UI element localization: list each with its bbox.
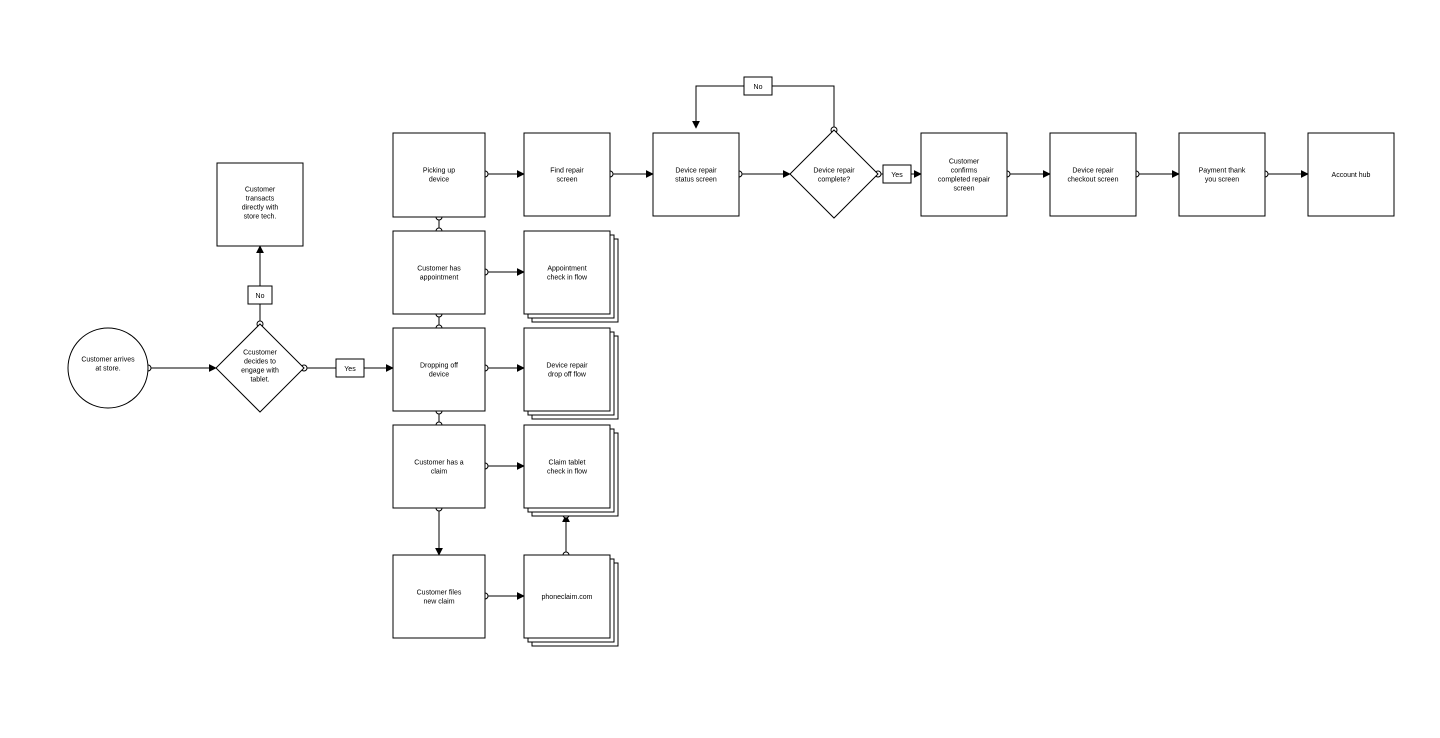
edge: [696, 86, 744, 128]
node-no2: No: [744, 77, 772, 95]
node-account: Account hub: [1308, 133, 1394, 216]
node-phoneclaim: phoneclaim.com: [524, 555, 618, 646]
node-confirms: Customerconfirmscompleted repairscreen: [921, 133, 1007, 216]
node-decision: Ccustomerdecides toengage withtablet.: [216, 324, 304, 412]
node-dropoff: Dropping offdevice: [393, 328, 485, 411]
svg-text:Account hub: Account hub: [1332, 172, 1371, 179]
node-pickup: Picking updevice: [393, 133, 485, 217]
node-status: Device repairstatus screen: [653, 133, 739, 216]
svg-text:No: No: [754, 84, 763, 91]
node-complete: Device repaircomplete?: [790, 130, 878, 218]
flowchart-canvas: Customer arrivesat store. Ccustomerdecid…: [0, 0, 1440, 738]
node-newclaim: Customer filesnew claim: [393, 555, 485, 638]
node-yes2: Yes: [883, 165, 911, 183]
node-hasclaim: Customer has aclaim: [393, 425, 485, 508]
svg-text:phoneclaim.com: phoneclaim.com: [542, 594, 593, 601]
node-claimflow: Claim tabletcheck in flow: [524, 425, 618, 516]
edge: [772, 86, 834, 130]
node-checkout: Device repaircheckout screen: [1050, 133, 1136, 216]
node-yes: Yes: [336, 359, 364, 377]
svg-text:Yes: Yes: [344, 366, 356, 373]
node-dropflow: Device repairdrop off flow: [524, 328, 618, 419]
node-apptflow: Appointmentcheck in flow: [524, 231, 618, 322]
node-findrepair: Find repairscreen: [524, 133, 610, 216]
node-transacts: Customertransactsdirectly withstore tech…: [217, 163, 303, 246]
node-thankyou: Payment thankyou screen: [1179, 133, 1265, 216]
node-no: No: [248, 286, 272, 304]
svg-text:No: No: [256, 293, 265, 300]
node-appointment: Customer hasappointment: [393, 231, 485, 314]
svg-text:Yes: Yes: [891, 172, 903, 179]
node-start: Customer arrivesat store.: [68, 328, 148, 408]
